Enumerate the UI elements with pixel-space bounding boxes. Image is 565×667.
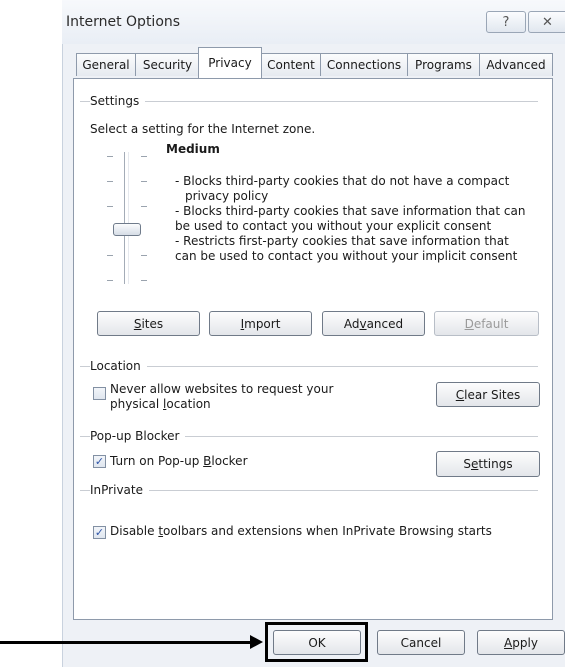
settings-group-line (80, 101, 538, 102)
privacy-slider-thumb[interactable] (113, 223, 141, 236)
tab-connections[interactable]: Connections (320, 53, 408, 76)
arrow-head-icon (250, 635, 263, 649)
privacy-level-description: - Blocks third-party cookies that do not… (175, 174, 526, 263)
help-icon: ? (502, 14, 510, 30)
tab-security[interactable]: Security (135, 53, 200, 76)
slider-tick (141, 255, 147, 256)
slider-tick (141, 206, 147, 207)
tab-strip: General Security Privacy Content Connect… (62, 47, 565, 78)
default-button[interactable]: Default (434, 311, 539, 336)
tab-advanced[interactable]: Advanced (479, 53, 553, 76)
slider-tick (107, 206, 113, 207)
slider-tick (107, 255, 113, 256)
location-checkbox-label: Never allow websites to request your phy… (110, 382, 334, 411)
close-icon: ✕ (542, 14, 553, 30)
location-group-label: Location (90, 359, 147, 373)
arrow-line (0, 641, 258, 644)
slider-tick (107, 156, 113, 157)
apply-button[interactable]: Apply (477, 630, 565, 655)
help-button[interactable]: ? (486, 11, 526, 33)
tab-privacy[interactable]: Privacy (198, 47, 262, 78)
slider-tick (107, 181, 113, 182)
inprivate-toolbars-label: Disable toolbars and extensions when InP… (110, 524, 492, 538)
popup-group-label: Pop-up Blocker (90, 429, 186, 443)
inprivate-toolbars-checkbox[interactable]: ✓ (93, 526, 106, 539)
cancel-button[interactable]: Cancel (377, 630, 465, 655)
ok-highlight-box (265, 622, 368, 662)
popup-blocker-checkbox[interactable]: ✓ (93, 455, 106, 468)
slider-tick (141, 280, 147, 281)
popup-blocker-label: Turn on Pop-up Blocker (110, 454, 248, 468)
checkmark-icon: ✓ (94, 455, 105, 468)
advanced-button[interactable]: Ad v anced (322, 311, 425, 336)
tab-general[interactable]: General (76, 53, 136, 76)
settings-group-label: Settings (90, 94, 146, 108)
popup-settings-button[interactable]: Se ttings (436, 451, 540, 477)
checkmark-icon: ✓ (94, 526, 105, 539)
location-checkbox[interactable] (93, 387, 106, 400)
window-title: Internet Options (66, 14, 181, 30)
privacy-panel (73, 78, 553, 620)
slider-tick (141, 181, 147, 182)
close-button[interactable]: ✕ (528, 11, 565, 33)
clear-sites-button[interactable]: Clear Sites (436, 382, 540, 407)
slider-tick (141, 156, 147, 157)
tab-content[interactable]: Content (261, 53, 321, 76)
slider-tick (107, 280, 113, 281)
location-group-line (80, 366, 538, 367)
inprivate-group-label: InPrivate (90, 483, 149, 497)
sites-button[interactable]: Sites (97, 311, 200, 336)
privacy-level-title: Medium (166, 142, 220, 156)
import-button[interactable]: Import (209, 311, 312, 336)
privacy-slider-track[interactable] (124, 152, 129, 284)
tab-programs[interactable]: Programs (407, 53, 480, 76)
settings-prompt: Select a setting for the Internet zone. (90, 122, 316, 136)
